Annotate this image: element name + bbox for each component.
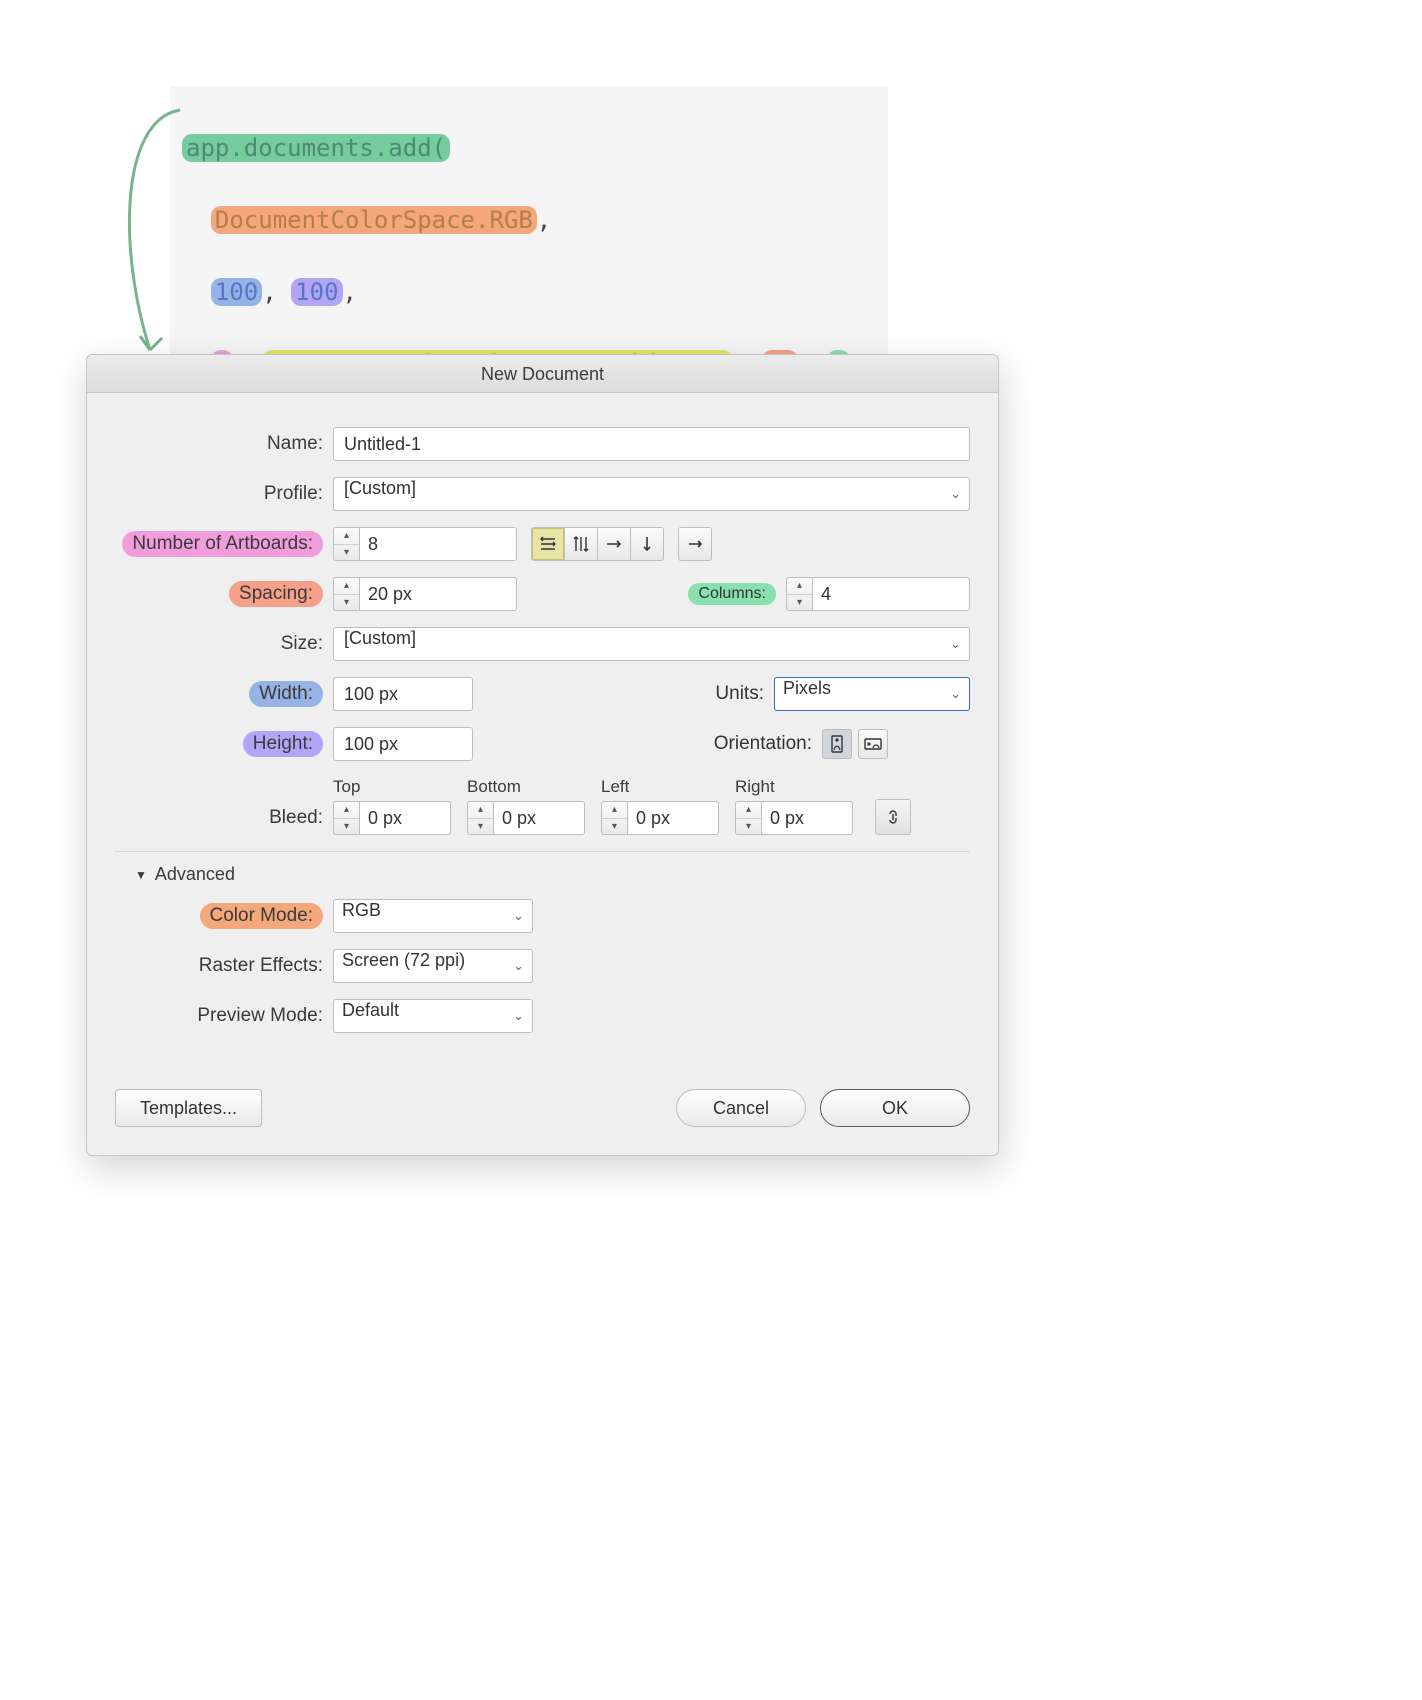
raster-value: Screen (72 ppi): [342, 950, 465, 970]
bleed-top-stepper[interactable]: ▴▾: [333, 801, 451, 835]
spacing-label: Spacing:: [229, 581, 323, 607]
orientation-label: Orientation:: [714, 733, 822, 755]
col-icon[interactable]: [630, 527, 664, 561]
height-label: Height:: [243, 731, 323, 757]
width-input[interactable]: [333, 677, 473, 711]
chevron-down-icon[interactable]: ▾: [787, 595, 812, 611]
size-label: Size:: [115, 633, 333, 655]
bleed-left-header: Left: [601, 777, 629, 797]
width-label: Width:: [249, 681, 323, 707]
bleed-top-value[interactable]: [359, 801, 451, 835]
artboards-value[interactable]: [359, 527, 517, 561]
bleed-right-stepper[interactable]: ▴▾: [735, 801, 853, 835]
name-label: Name:: [115, 433, 333, 455]
grid-by-row-icon[interactable]: [531, 527, 565, 561]
orientation-landscape-icon[interactable]: [858, 729, 888, 759]
chevron-up-icon[interactable]: ▴: [787, 578, 812, 595]
profile-select[interactable]: [Custom] ⌄: [333, 477, 970, 511]
profile-value: [Custom]: [344, 478, 416, 498]
profile-label: Profile:: [115, 483, 333, 505]
bleed-right-value[interactable]: [761, 801, 853, 835]
columns-stepper[interactable]: ▴▾: [786, 577, 970, 611]
color-mode-value: RGB: [342, 900, 381, 920]
code-comma: ,: [262, 278, 276, 306]
code-fn: app.documents.add(: [182, 134, 450, 162]
chevron-down-icon: ⌄: [513, 908, 524, 924]
bleed-label: Bleed:: [115, 807, 333, 835]
link-icon[interactable]: [875, 799, 911, 835]
chevron-down-icon[interactable]: ▾: [602, 819, 627, 835]
size-value: [Custom]: [344, 628, 416, 648]
code-colorspace: DocumentColorSpace.RGB: [211, 206, 537, 234]
units-value: Pixels: [783, 678, 831, 698]
height-input[interactable]: [333, 727, 473, 761]
name-input[interactable]: [333, 427, 970, 461]
bleed-bottom-stepper[interactable]: ▴▾: [467, 801, 585, 835]
chevron-down-icon: ⌄: [513, 1008, 524, 1024]
advanced-disclosure[interactable]: ▼ Advanced: [135, 864, 970, 885]
code-height: 100: [291, 278, 342, 306]
templates-button[interactable]: Templates...: [115, 1089, 262, 1127]
artboards-label: Number of Artboards:: [122, 531, 323, 557]
color-mode-label: Color Mode:: [200, 903, 324, 929]
preview-value: Default: [342, 1000, 399, 1020]
bleed-left-stepper[interactable]: ▴▾: [601, 801, 719, 835]
code-width: 100: [211, 278, 262, 306]
preview-select[interactable]: Default ⌄: [333, 999, 533, 1033]
units-label: Units:: [715, 683, 774, 705]
chevron-down-icon: ⌄: [950, 686, 961, 702]
artboard-layout-group: [531, 527, 664, 561]
spacing-stepper[interactable]: ▴▾: [333, 577, 517, 611]
cancel-button[interactable]: Cancel: [676, 1089, 806, 1127]
bleed-bottom-header: Bottom: [467, 777, 521, 797]
spacing-value[interactable]: [359, 577, 517, 611]
new-document-dialog: New Document Name: Profile: [Custom] ⌄ N…: [86, 354, 999, 1156]
chevron-up-icon[interactable]: ▴: [736, 802, 761, 819]
chevron-down-icon: ⌄: [950, 636, 961, 652]
bleed-right-header: Right: [735, 777, 775, 797]
chevron-down-icon[interactable]: ▾: [468, 819, 493, 835]
chevron-up-icon[interactable]: ▴: [334, 578, 359, 595]
code-comma: ,: [537, 206, 551, 234]
chevron-up-icon[interactable]: ▴: [468, 802, 493, 819]
advanced-label: Advanced: [155, 864, 235, 885]
dialog-title: New Document: [87, 355, 998, 393]
units-select[interactable]: Pixels ⌄: [774, 677, 970, 711]
columns-label: Columns:: [688, 583, 776, 605]
orientation-portrait-icon[interactable]: [822, 729, 852, 759]
bleed-bottom-value[interactable]: [493, 801, 585, 835]
color-mode-select[interactable]: RGB ⌄: [333, 899, 533, 933]
raster-label: Raster Effects:: [115, 955, 333, 977]
chevron-up-icon[interactable]: ▴: [334, 528, 359, 545]
chevron-down-icon: ⌄: [950, 486, 961, 502]
columns-value[interactable]: [812, 577, 970, 611]
size-select[interactable]: [Custom] ⌄: [333, 627, 970, 661]
row-icon[interactable]: [597, 527, 631, 561]
bleed-top-header: Top: [333, 777, 360, 797]
bleed-left-value[interactable]: [627, 801, 719, 835]
artboards-stepper[interactable]: ▴▾: [333, 527, 517, 561]
code-comma: ,: [343, 278, 357, 306]
triangle-down-icon: ▼: [135, 868, 147, 882]
chevron-up-icon[interactable]: ▴: [602, 802, 627, 819]
ok-button[interactable]: OK: [820, 1089, 970, 1127]
preview-label: Preview Mode:: [115, 1005, 333, 1027]
chevron-down-icon[interactable]: ▾: [334, 819, 359, 835]
chevron-down-icon[interactable]: ▾: [334, 595, 359, 611]
chevron-down-icon: ⌄: [513, 958, 524, 974]
raster-select[interactable]: Screen (72 ppi) ⌄: [333, 949, 533, 983]
grid-by-col-icon[interactable]: [564, 527, 598, 561]
chevron-down-icon[interactable]: ▾: [736, 819, 761, 835]
divider: [115, 851, 970, 852]
chevron-down-icon[interactable]: ▾: [334, 545, 359, 561]
rtl-arrow-icon[interactable]: [678, 527, 712, 561]
chevron-up-icon[interactable]: ▴: [334, 802, 359, 819]
